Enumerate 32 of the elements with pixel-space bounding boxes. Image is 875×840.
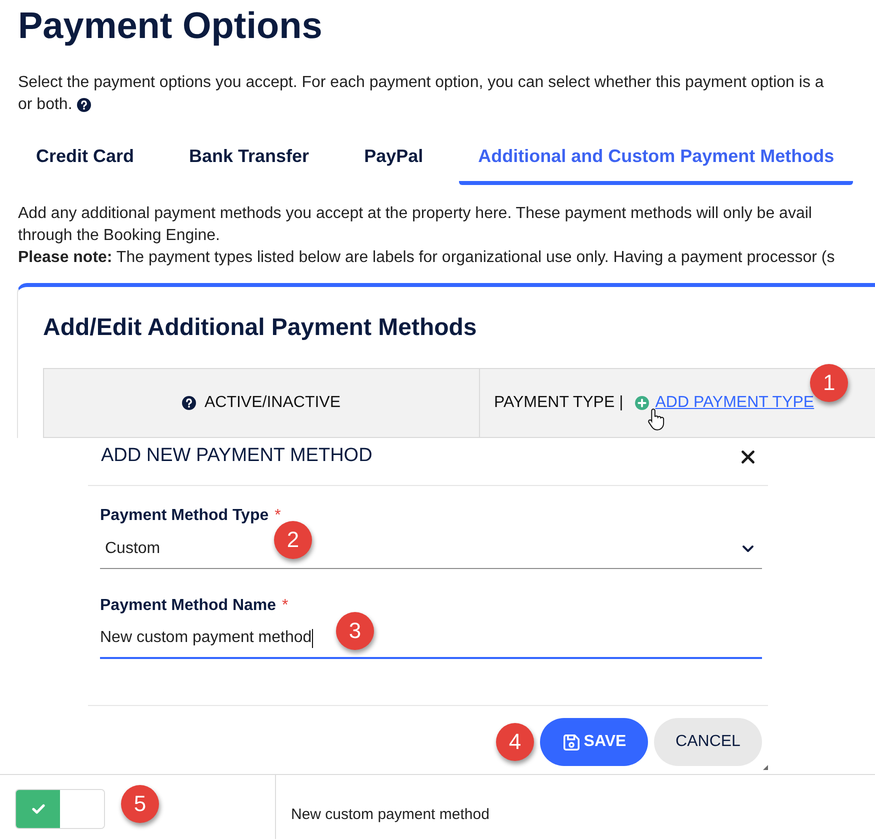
description-text: Add any additional payment methods you accept at the property here. These payment methods will only be avail: [18, 204, 813, 224]
resize-grip-icon[interactable]: [763, 765, 768, 770]
check-icon: [32, 804, 44, 814]
tab[interactable]: Additional and Custom Payment Methods: [459, 131, 854, 185]
step-number-badge: 3: [336, 612, 374, 650]
field-label: Payment Method Name *: [100, 596, 290, 616]
step-number-badge: 4: [496, 723, 534, 761]
hand-cursor-icon: [647, 407, 666, 432]
toggle-switch[interactable]: [15, 789, 105, 829]
close-icon[interactable]: [741, 450, 755, 464]
text-caret-icon: [312, 628, 313, 648]
card-title: Add/Edit Additional Payment Methods: [43, 313, 478, 343]
cancel-button[interactable]: CANCEL: [654, 718, 762, 766]
step-number-badge: 2: [274, 521, 312, 559]
tab[interactable]: Credit Card: [17, 131, 154, 185]
column-header: PAYMENT TYPE |: [494, 393, 624, 413]
intro-text: Select the payment options you accept. For each payment option, you can select whether this payment option is a: [18, 73, 824, 93]
dialog-title: ADD NEW PAYMENT METHOD: [101, 444, 372, 468]
save-button[interactable]: SAVE: [540, 718, 648, 766]
step-number-badge: 5: [121, 785, 159, 823]
help-icon[interactable]: [77, 98, 92, 112]
chevron-down-icon[interactable]: [742, 544, 754, 552]
note-text: Please note: The payment types listed below are labels for organizational use only. Having a payment processor (s: [18, 248, 836, 268]
page-title: Payment Options: [18, 6, 324, 46]
intro-text: or both.: [18, 95, 72, 115]
description-text: through the Booking Engine.: [18, 226, 221, 246]
table-cell: New custom payment method: [291, 806, 490, 823]
tab[interactable]: Bank Transfer: [170, 131, 328, 185]
help-icon[interactable]: [182, 396, 196, 410]
tab[interactable]: PayPal: [345, 131, 442, 185]
column-header: ACTIVE/INACTIVE: [204, 393, 341, 413]
plus-circle-icon[interactable]: [635, 396, 650, 410]
